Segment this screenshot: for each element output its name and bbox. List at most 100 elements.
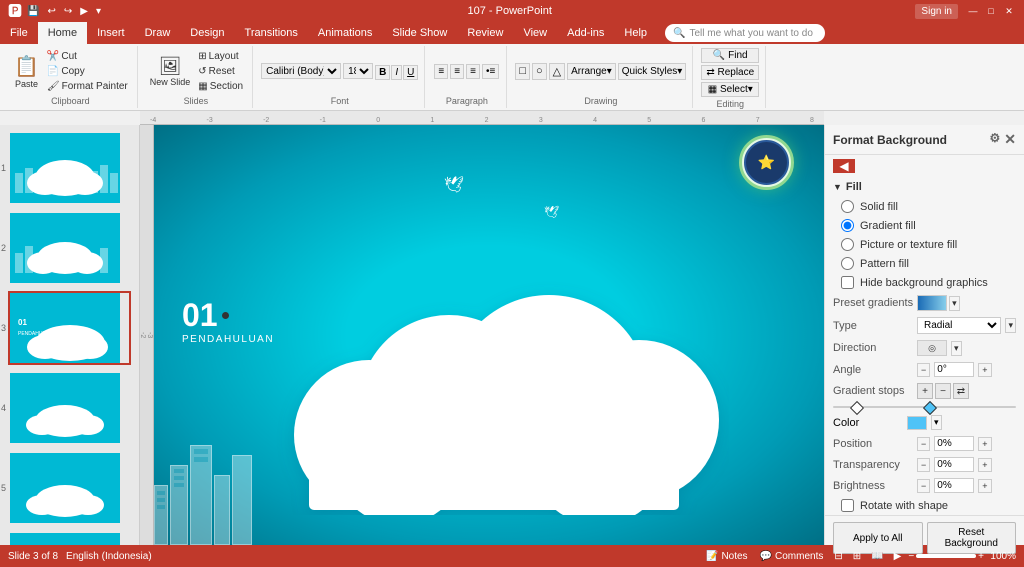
preset-gradient-btn[interactable] bbox=[917, 295, 947, 311]
quick-styles-button[interactable]: Quick Styles▾ bbox=[618, 63, 687, 80]
fill-section-title[interactable]: ▼ Fill bbox=[825, 177, 1024, 197]
slide-thumb-2[interactable]: 2 bbox=[8, 211, 131, 285]
replace-button[interactable]: ⇄ Replace bbox=[701, 65, 759, 80]
underline-button[interactable]: U bbox=[403, 65, 418, 80]
tab-help[interactable]: Help bbox=[614, 22, 657, 44]
cut-button[interactable]: ✂️ Cut bbox=[44, 50, 131, 63]
sign-in-btn[interactable]: Sign in bbox=[915, 4, 958, 19]
bold-button[interactable]: B bbox=[375, 65, 390, 80]
pattern-fill-radio[interactable] bbox=[841, 257, 854, 270]
zoom-slider[interactable] bbox=[916, 554, 976, 558]
picture-texture-option[interactable]: Picture or texture fill bbox=[825, 235, 1024, 254]
remove-stop-btn[interactable]: − bbox=[935, 383, 951, 399]
view-present-btn[interactable]: ▶ bbox=[891, 550, 905, 563]
preset-dropdown-btn[interactable]: ▾ bbox=[949, 296, 960, 311]
tab-home[interactable]: Home bbox=[38, 22, 87, 44]
font-size-select[interactable]: 18 bbox=[343, 63, 373, 79]
color-swatch[interactable] bbox=[907, 416, 927, 430]
angle-input[interactable] bbox=[934, 362, 974, 377]
view-normal-btn[interactable]: ⊟ bbox=[831, 550, 845, 563]
tab-draw[interactable]: Draw bbox=[135, 22, 181, 44]
type-options-btn[interactable]: ▾ bbox=[1005, 318, 1016, 333]
arrange-button[interactable]: Arrange▾ bbox=[567, 63, 616, 80]
view-slide-btn[interactable]: ⊞ bbox=[850, 550, 864, 563]
section-button[interactable]: ▦ Section bbox=[195, 80, 246, 93]
gradient-fill-radio[interactable] bbox=[841, 219, 854, 232]
direction-btn[interactable]: ◎ bbox=[917, 340, 947, 356]
align-right-button[interactable]: ≡ bbox=[466, 64, 480, 79]
hide-bg-checkbox[interactable] bbox=[841, 276, 854, 289]
tab-design[interactable]: Design bbox=[180, 22, 234, 44]
tab-animations[interactable]: Animations bbox=[308, 22, 382, 44]
panel-close-icon[interactable]: ✕ bbox=[1004, 131, 1016, 148]
direction-dropdown-btn[interactable]: ▾ bbox=[951, 341, 962, 356]
hide-bg-option[interactable]: Hide background graphics bbox=[825, 273, 1024, 292]
font-select[interactable]: Calibri (Body) bbox=[261, 63, 341, 79]
slide-thumb-3[interactable]: 3 01 PENDAHULUAN bbox=[8, 291, 131, 365]
slide-thumb-6[interactable]: 6 bbox=[8, 531, 131, 545]
panel-settings-icon[interactable]: ⚙ bbox=[990, 131, 1001, 148]
format-panel-back-btn[interactable]: ◀ bbox=[833, 159, 855, 173]
redo-quick-btn[interactable]: ↪ bbox=[61, 5, 75, 18]
align-left-button[interactable]: ≡ bbox=[434, 64, 448, 79]
solid-fill-radio[interactable] bbox=[841, 200, 854, 213]
tab-transitions[interactable]: Transitions bbox=[235, 22, 308, 44]
format-painter-button[interactable]: 🖌 Format Painter bbox=[44, 80, 131, 93]
tell-me-bar[interactable]: 🔍 Tell me what you want to do bbox=[665, 24, 825, 42]
slide-thumb-4[interactable]: 4 bbox=[8, 371, 131, 445]
reverse-stops-btn[interactable]: ⇄ bbox=[953, 383, 969, 399]
angle-increase-btn[interactable]: + bbox=[978, 363, 991, 377]
tab-slideshow[interactable]: Slide Show bbox=[382, 22, 457, 44]
paste-button[interactable]: 📋 Paste bbox=[10, 52, 43, 91]
save-quick-btn[interactable]: 💾 bbox=[24, 5, 42, 18]
add-stop-btn[interactable]: + bbox=[917, 383, 933, 399]
select-button[interactable]: ▦ Select▾ bbox=[701, 82, 759, 97]
comments-btn[interactable]: 💬 Comments bbox=[756, 550, 828, 563]
tab-review[interactable]: Review bbox=[457, 22, 513, 44]
tell-me-text[interactable]: Tell me what you want to do bbox=[689, 28, 812, 39]
position-decrease-btn[interactable]: − bbox=[917, 437, 930, 451]
zoom-out-btn[interactable]: − bbox=[908, 551, 914, 562]
trans-increase-btn[interactable]: + bbox=[978, 458, 991, 472]
position-input[interactable] bbox=[934, 436, 974, 451]
maximize-btn[interactable]: □ bbox=[984, 4, 998, 18]
slide-thumb-1[interactable]: 1 bbox=[8, 131, 131, 205]
layout-button[interactable]: ⊞ Layout bbox=[195, 50, 246, 63]
tab-insert[interactable]: Insert bbox=[87, 22, 135, 44]
brightness-input[interactable] bbox=[934, 478, 974, 493]
rotate-with-shape-option[interactable]: Rotate with shape bbox=[825, 496, 1024, 515]
italic-button[interactable]: I bbox=[391, 65, 402, 80]
tab-view[interactable]: View bbox=[513, 22, 557, 44]
notes-btn[interactable]: 📝 Notes bbox=[702, 550, 752, 563]
present-quick-btn[interactable]: ▶ bbox=[77, 5, 91, 18]
bright-increase-btn[interactable]: + bbox=[978, 479, 991, 493]
reset-button[interactable]: ↺ Reset bbox=[195, 65, 246, 78]
type-select[interactable]: Radial bbox=[917, 317, 1001, 334]
tab-file[interactable]: File bbox=[0, 22, 38, 44]
shape-btn-1[interactable]: □ bbox=[515, 63, 530, 80]
slide-thumb-5[interactable]: 5 bbox=[8, 451, 131, 525]
position-increase-btn[interactable]: + bbox=[978, 437, 991, 451]
bullet-button[interactable]: •≡ bbox=[482, 64, 499, 79]
main-slide-canvas[interactable]: 🕊 🕊 01 PENDAHULUAN bbox=[154, 125, 824, 545]
bright-decrease-btn[interactable]: − bbox=[917, 479, 930, 493]
tab-addins[interactable]: Add-ins bbox=[557, 22, 614, 44]
copy-button[interactable]: 📄 Copy bbox=[44, 65, 131, 78]
undo-quick-btn[interactable]: ↩ bbox=[44, 5, 58, 18]
color-dropdown-btn[interactable]: ▾ bbox=[931, 415, 942, 430]
gradient-bar[interactable] bbox=[833, 406, 1016, 408]
find-button[interactable]: 🔍 Find bbox=[701, 48, 759, 63]
rotate-with-shape-checkbox[interactable] bbox=[841, 499, 854, 512]
dropdown-quick-btn[interactable]: ▾ bbox=[93, 5, 104, 18]
pattern-fill-option[interactable]: Pattern fill bbox=[825, 254, 1024, 273]
view-reading-btn[interactable]: 📖 bbox=[868, 550, 886, 563]
shape-btn-2[interactable]: ○ bbox=[532, 63, 547, 80]
gradient-fill-option[interactable]: Gradient fill bbox=[825, 216, 1024, 235]
close-btn[interactable]: ✕ bbox=[1002, 4, 1016, 18]
new-slide-button[interactable]: 🖼 New Slide bbox=[146, 54, 195, 89]
picture-texture-radio[interactable] bbox=[841, 238, 854, 251]
shape-btn-3[interactable]: △ bbox=[549, 63, 565, 80]
transparency-input[interactable] bbox=[934, 457, 974, 472]
zoom-in-btn[interactable]: + bbox=[978, 551, 984, 562]
align-center-button[interactable]: ≡ bbox=[450, 64, 464, 79]
